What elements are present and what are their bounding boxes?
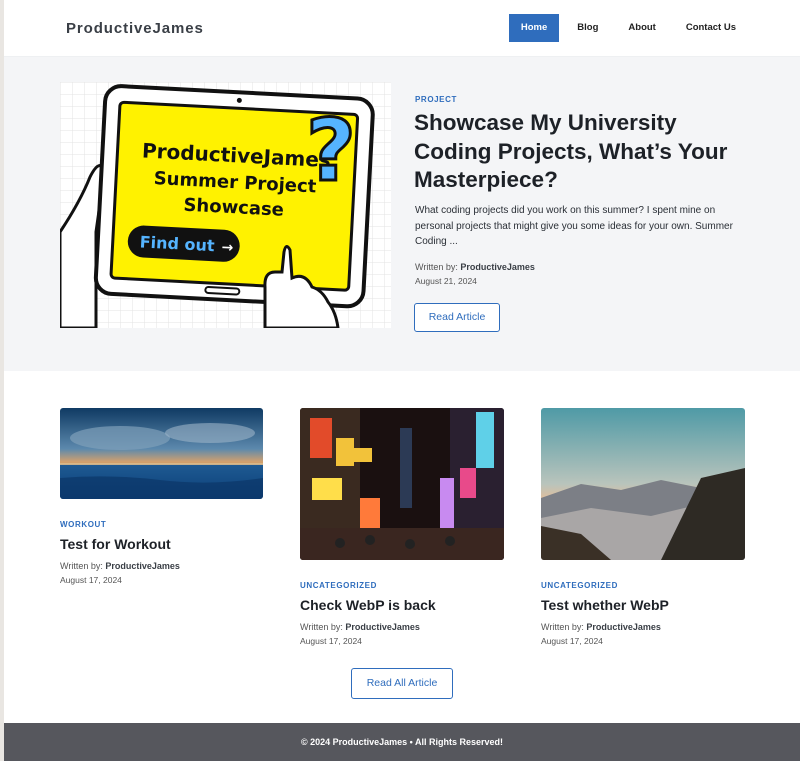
city-street-photo: [300, 408, 504, 560]
main-nav: Home Blog About Contact Us: [503, 14, 748, 42]
featured-excerpt: What coding projects did you work on thi…: [415, 205, 733, 247]
post-title[interactable]: Check WebP is back: [300, 597, 436, 613]
byline-label: Written by:: [300, 622, 343, 632]
post-title[interactable]: Test for Workout: [60, 536, 171, 552]
byline-author: ProductiveJames: [345, 622, 420, 632]
post-byline: Written by: ProductiveJames: [541, 622, 661, 632]
nav-about[interactable]: About: [616, 14, 667, 42]
post-date: August 17, 2024: [300, 636, 362, 646]
arrow-right-icon: →: [221, 240, 234, 257]
post-category[interactable]: WORKOUT: [60, 520, 106, 529]
byline-label: Written by:: [60, 561, 103, 571]
tablet-cta: Find out: [139, 232, 215, 255]
mountain-city-photo: [541, 408, 745, 560]
featured-title[interactable]: Showcase My University Coding Projects, …: [414, 109, 744, 195]
byline-label: Written by:: [541, 622, 584, 632]
site-header: ProductiveJames Home Blog About Contact …: [4, 0, 800, 57]
read-article-button[interactable]: Read Article: [414, 303, 500, 332]
featured-category[interactable]: PROJECT: [415, 95, 457, 104]
featured-article-image[interactable]: ProductiveJames Summer Project Showcase …: [60, 82, 391, 328]
byline-author: ProductiveJames: [586, 622, 661, 632]
post-image-webp-back[interactable]: [300, 408, 504, 560]
post-date: August 17, 2024: [60, 575, 122, 585]
post-byline: Written by: ProductiveJames: [300, 622, 420, 632]
post-category[interactable]: UNCATEGORIZED: [541, 581, 618, 590]
page: ProductiveJames Home Blog About Contact …: [4, 0, 800, 761]
read-all-articles-button[interactable]: Read All Article: [351, 668, 453, 699]
nav-home[interactable]: Home: [508, 14, 560, 42]
post-image-workout[interactable]: [60, 408, 263, 499]
nav-contact-us[interactable]: Contact Us: [674, 14, 748, 42]
post-category[interactable]: UNCATEGORIZED: [300, 581, 377, 590]
post-byline: Written by: ProductiveJames: [60, 561, 180, 571]
site-logo[interactable]: ProductiveJames: [66, 20, 204, 37]
byline-author: ProductiveJames: [460, 262, 535, 272]
post-title[interactable]: Test whether WebP: [541, 597, 669, 613]
post-date: August 17, 2024: [541, 636, 603, 646]
post-image-webp-test[interactable]: [541, 408, 745, 560]
question-mark-icon: ?: [306, 101, 356, 201]
byline-author: ProductiveJames: [105, 561, 180, 571]
featured-article: ProductiveJames Summer Project Showcase …: [4, 57, 800, 371]
seascape-photo: [60, 408, 263, 499]
tablet-illustration: ProductiveJames Summer Project Showcase …: [60, 82, 391, 328]
site-footer: © 2024 ProductiveJames • All Rights Rese…: [4, 723, 800, 761]
featured-date: August 21, 2024: [415, 276, 477, 286]
nav-blog[interactable]: Blog: [565, 14, 610, 42]
byline-label: Written by:: [415, 262, 458, 272]
featured-byline: Written by: ProductiveJames: [415, 262, 535, 272]
